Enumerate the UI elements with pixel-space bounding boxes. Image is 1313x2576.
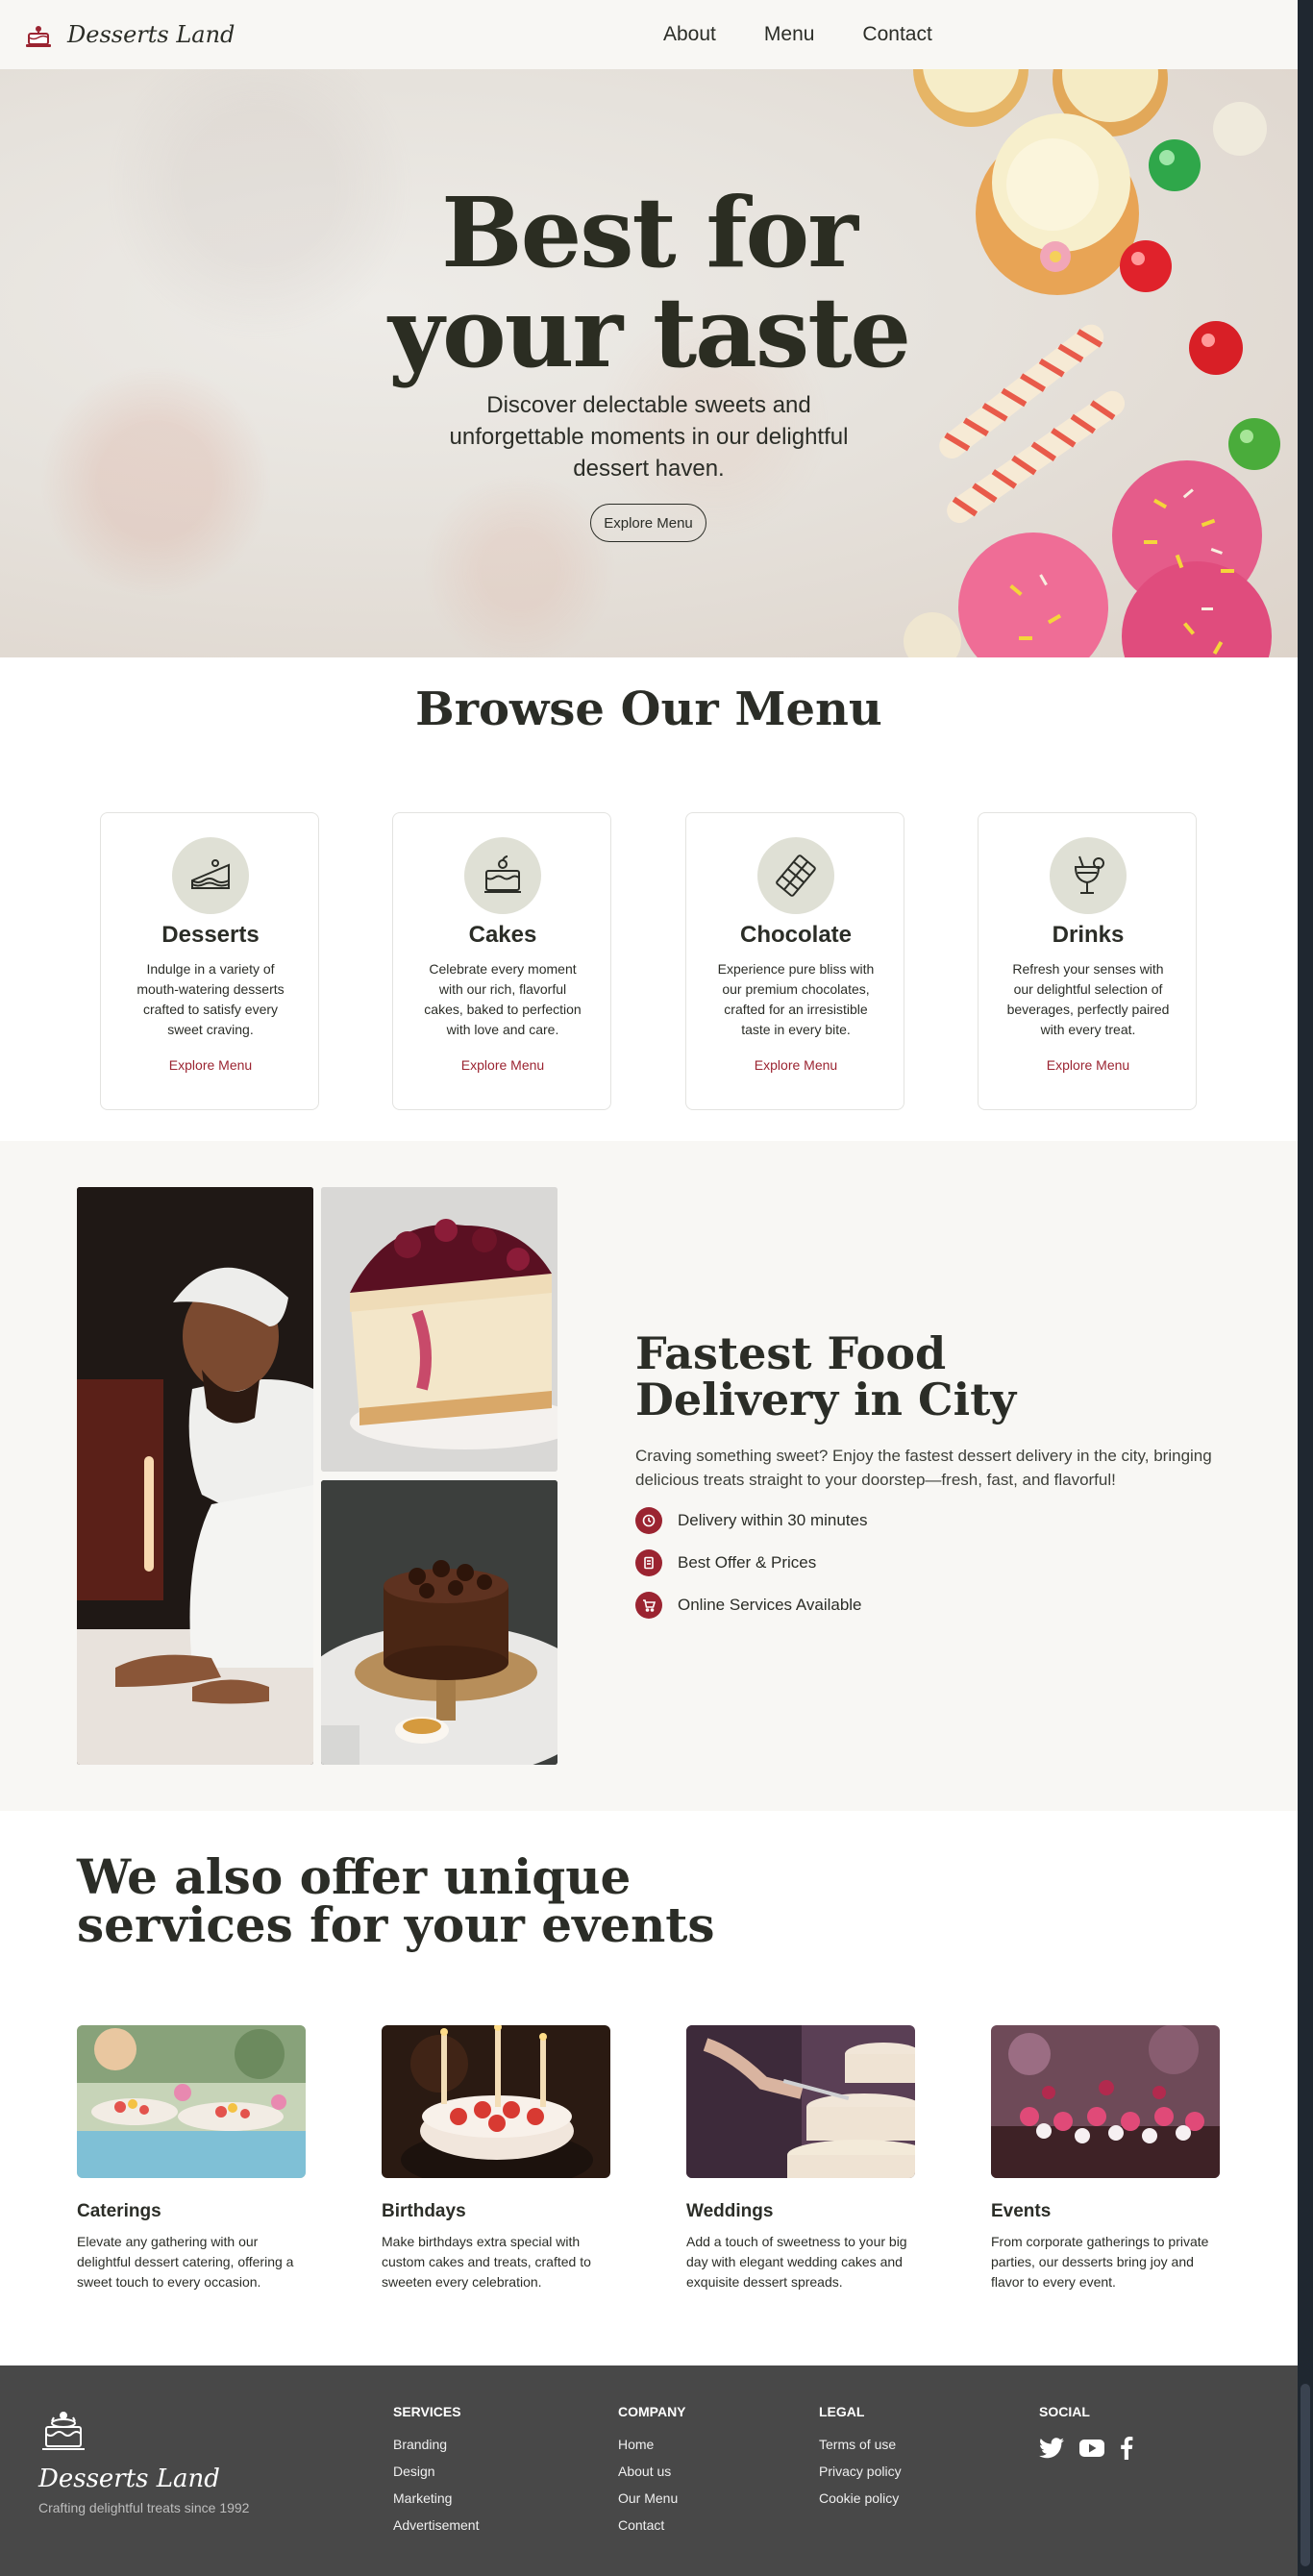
feature-online-services: Online Services Available (635, 1592, 862, 1619)
service-events[interactable]: Events From corporate gatherings to priv… (991, 2025, 1220, 2292)
card-title: Chocolate (739, 922, 852, 948)
service-name: Events (991, 2201, 1052, 2221)
hero-subtitle: Discover delectable sweets and unforgett… (449, 392, 849, 482)
footer-column-legal: LEGAL Terms of use Privacy policy Cookie… (819, 2404, 902, 2517)
footer-link-design[interactable]: Design (393, 2464, 479, 2480)
footer-heading: LEGAL (819, 2404, 865, 2419)
card-title: Desserts (161, 922, 260, 948)
menu-card-chocolate[interactable]: Chocolate Experience pure bliss with our… (685, 812, 904, 1110)
nav-contact[interactable]: Contact (862, 23, 931, 46)
service-description: Make birthdays extra special with custom… (382, 2234, 591, 2290)
footer-link-terms[interactable]: Terms of use (819, 2437, 902, 2453)
footer-column-services: SERVICES Branding Design Marketing Adver… (393, 2404, 479, 2544)
hero-section: Best for your taste Discover delectable … (0, 69, 1298, 657)
delivery-title-line1: Fastest Food (635, 1327, 947, 1379)
card-explore-link[interactable]: Explore Menu (101, 1057, 320, 1073)
footer-link-advertisement[interactable]: Advertisement (393, 2517, 479, 2534)
page-scrollbar[interactable] (1298, 0, 1313, 2576)
brand-logo[interactable]: Desserts Land (23, 19, 235, 50)
services-title-line2: services for your events (77, 1896, 715, 1953)
service-weddings[interactable]: Weddings Add a touch of sweetness to you… (686, 2025, 915, 2292)
footer-link-our-menu[interactable]: Our Menu (618, 2490, 686, 2507)
social-links (1039, 2437, 1133, 2460)
chocolate-bar-icon (757, 837, 834, 914)
delivery-title: Fastest Food Delivery in City (635, 1330, 1016, 1423)
service-birthdays[interactable]: Birthdays Make birthdays extra special w… (382, 2025, 610, 2292)
card-explore-link[interactable]: Explore Menu (686, 1057, 905, 1073)
cart-icon (635, 1592, 662, 1619)
service-description: From corporate gatherings to private par… (991, 2234, 1209, 2290)
feature-delivery-time: Delivery within 30 minutes (635, 1507, 867, 1534)
events-image (991, 2025, 1220, 2178)
cocktail-glass-icon (1050, 837, 1127, 914)
service-name: Weddings (686, 2201, 774, 2221)
cake-slice-icon (172, 837, 249, 914)
footer-heading: COMPANY (618, 2404, 686, 2419)
service-name: Caterings (77, 2201, 161, 2221)
footer-link-cookie[interactable]: Cookie policy (819, 2490, 902, 2507)
hero-title: Best for your taste (0, 183, 1298, 383)
card-explore-link[interactable]: Explore Menu (979, 1057, 1198, 1073)
service-name: Birthdays (382, 2201, 466, 2221)
page: Desserts Land About Menu Contact Best fo… (0, 0, 1298, 2576)
chocolate-cake-photo (321, 1480, 557, 1765)
cake-logo-icon (26, 26, 51, 47)
service-description: Elevate any gathering with our delightfu… (77, 2234, 294, 2290)
facebook-icon[interactable] (1120, 2437, 1133, 2460)
footer-link-branding[interactable]: Branding (393, 2437, 479, 2453)
site-header: Desserts Land About Menu Contact (0, 0, 1298, 69)
feature-best-offer: Best Offer & Prices (635, 1549, 816, 1576)
scrollbar-thumb[interactable] (1301, 2384, 1310, 2566)
footer-column-social: SOCIAL (1039, 2404, 1133, 2460)
cake-logo-icon (42, 2412, 85, 2450)
footer-link-privacy[interactable]: Privacy policy (819, 2464, 902, 2480)
delivery-text: Craving something sweet? Enjoy the faste… (635, 1447, 1212, 1489)
card-description: Experience pure bliss with our premium c… (717, 961, 875, 1037)
browse-title: Browse Our Menu (415, 682, 882, 736)
footer-column-company: COMPANY Home About us Our Menu Contact (618, 2404, 686, 2544)
footer-link-marketing[interactable]: Marketing (393, 2490, 479, 2507)
brand-name: Desserts Land (67, 21, 235, 48)
footer-link-home[interactable]: Home (618, 2437, 686, 2453)
menu-card-desserts[interactable]: Desserts Indulge in a variety of mouth-w… (100, 812, 319, 1110)
feature-label: Delivery within 30 minutes (678, 1511, 868, 1529)
footer-link-about-us[interactable]: About us (618, 2464, 686, 2480)
chef-photo (77, 1187, 313, 1765)
card-explore-link[interactable]: Explore Menu (393, 1057, 612, 1073)
hero-title-line2: your taste (387, 276, 911, 389)
youtube-icon[interactable] (1079, 2439, 1104, 2458)
footer-brand[interactable]: Desserts Land (38, 2465, 220, 2493)
site-footer: Desserts Land Crafting delightful treats… (0, 2365, 1298, 2576)
menu-card-drinks[interactable]: Drinks Refresh your senses with our deli… (978, 812, 1197, 1110)
layer-cake-icon (464, 837, 541, 914)
card-title: Cakes (468, 922, 537, 948)
menu-card-cakes[interactable]: Cakes Celebrate every moment with our ri… (392, 812, 611, 1110)
hero-title-line1: Best for (441, 176, 858, 289)
feature-label: Online Services Available (678, 1596, 862, 1614)
birthdays-image (382, 2025, 610, 2178)
footer-heading: SOCIAL (1039, 2404, 1090, 2419)
nav-about[interactable]: About (663, 23, 716, 46)
footer-link-contact[interactable]: Contact (618, 2517, 686, 2534)
clock-icon (635, 1507, 662, 1534)
delivery-title-line2: Delivery in City (635, 1374, 1017, 1425)
feature-label: Best Offer & Prices (678, 1553, 817, 1572)
cheesecake-photo (321, 1187, 557, 1472)
weddings-image (686, 2025, 915, 2178)
receipt-icon (635, 1549, 662, 1576)
main-nav: About Menu Contact (663, 23, 932, 46)
services-title: We also offer unique services for your e… (77, 1853, 715, 1949)
service-caterings[interactable]: Caterings Elevate any gathering with our… (77, 2025, 306, 2292)
card-title: Drinks (1052, 922, 1125, 948)
footer-tagline: Crafting delightful treats since 1992 (38, 2500, 250, 2515)
card-description: Celebrate every moment with our rich, fl… (424, 961, 582, 1037)
nav-menu[interactable]: Menu (764, 23, 815, 46)
explore-menu-button[interactable]: Explore Menu (590, 504, 706, 542)
card-description: Refresh your senses with our delightful … (1006, 961, 1170, 1037)
service-description: Add a touch of sweetness to your big day… (686, 2234, 907, 2290)
footer-heading: SERVICES (393, 2404, 461, 2419)
card-description: Indulge in a variety of mouth-watering d… (136, 961, 285, 1037)
caterings-image (77, 2025, 306, 2178)
twitter-icon[interactable] (1039, 2438, 1064, 2459)
